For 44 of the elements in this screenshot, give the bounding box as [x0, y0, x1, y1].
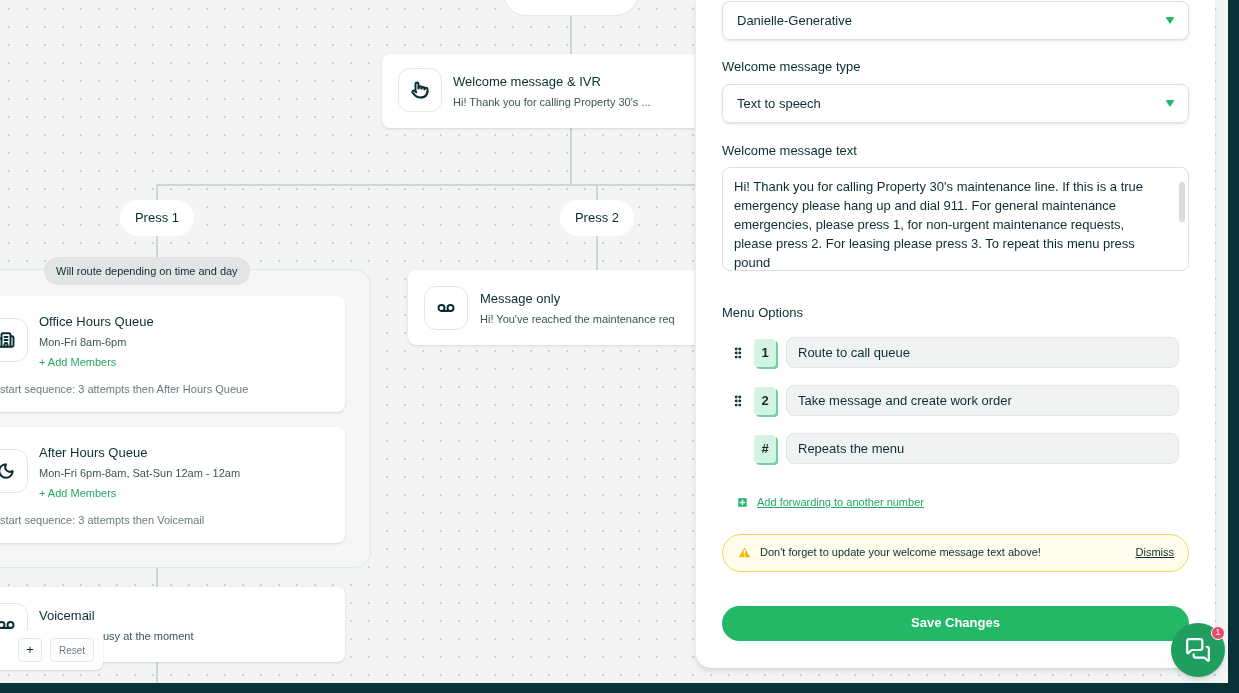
- menu-key: #: [754, 434, 776, 463]
- add-icon: [736, 495, 749, 509]
- node-title: Welcome message & IVR: [453, 73, 601, 91]
- building-icon: [0, 331, 15, 349]
- menu-option-field[interactable]: Route to call queue: [786, 337, 1179, 368]
- message-node[interactable]: Message only Hi! You've reached the maintenance req: [408, 270, 695, 345]
- menu-option-field[interactable]: Take message and create work order: [786, 385, 1179, 416]
- section-title: Menu Options: [722, 305, 804, 321]
- reset-button[interactable]: Reset: [50, 638, 95, 662]
- queue-card[interactable]: After Hours Queue Mon-Fri 6pm-8am, Sat-Sun 12am - 12am + Add Members start sequence: 3 attempts then Voicemail: [0, 427, 345, 543]
- menu-option-field[interactable]: Repeats the menu: [786, 433, 1179, 464]
- queue-hours: Mon-Fri 8am-6pm: [39, 335, 127, 350]
- chat-icon: [1185, 637, 1211, 663]
- warning-icon: [737, 545, 752, 560]
- ivr-node[interactable]: Welcome message & IVR Hi! Thank you for calling Property 30's ...: [382, 54, 695, 128]
- alert-message: Don't forget to update your welcome message text above!: [760, 545, 1042, 561]
- hand-pointer-icon: [411, 81, 429, 99]
- route-badge: Will route depending on time and day: [44, 257, 250, 285]
- notification-badge: 1: [1211, 626, 1225, 640]
- branch-label: Press 2: [560, 200, 634, 236]
- caret-icon: [1166, 100, 1174, 107]
- queue-hours: Mon-Fri 6pm-8am, Sat-Sun 12am - 12am: [39, 466, 241, 481]
- node-subtitle: Hi! Thank you for calling Property 30's ...: [453, 95, 651, 110]
- node-title: Message only: [480, 290, 561, 308]
- field-label: Welcome message type: [722, 59, 862, 75]
- queue-card[interactable]: Office Hours Queue Mon-Fri 8am-6pm + Add Members start sequence: 3 attempts then After Hours Queue: [0, 296, 345, 412]
- caret-icon: [1166, 17, 1174, 24]
- queue-title: Office Hours Queue: [39, 313, 154, 331]
- queue-sequence: start sequence: 3 attempts then After Hours Queue: [0, 382, 249, 397]
- menu-key: 2: [754, 386, 776, 415]
- field-label: Welcome message text: [722, 143, 858, 159]
- zoom-in-button[interactable]: +: [18, 638, 42, 662]
- message-text-field[interactable]: Hi! Thank you for calling Property 30's maintenance line. If this is a true emergency please hang up and dial 911. For general maintenance emergencies, please press 1, for non-urgent maintenance requests, please press 2. For leasing please press 3. To repeat this menu press pound: [722, 167, 1189, 271]
- node-subtitle: usy at the moment: [103, 629, 194, 644]
- node-title: Voicemail: [39, 607, 95, 625]
- type-select[interactable]: Text to speech: [722, 84, 1189, 123]
- moon-icon: [0, 462, 15, 480]
- menu-key: 1: [754, 338, 776, 367]
- queue-sequence: start sequence: 3 attempts then Voicemail: [0, 513, 205, 528]
- node-subtitle: Hi! You've reached the maintenance req: [480, 312, 675, 327]
- voice-select[interactable]: Danielle-Generative: [722, 1, 1189, 40]
- dismiss-link[interactable]: Dismiss: [1135, 544, 1174, 561]
- branch-label: Press 1: [120, 200, 194, 236]
- queue-title: After Hours Queue: [39, 444, 148, 462]
